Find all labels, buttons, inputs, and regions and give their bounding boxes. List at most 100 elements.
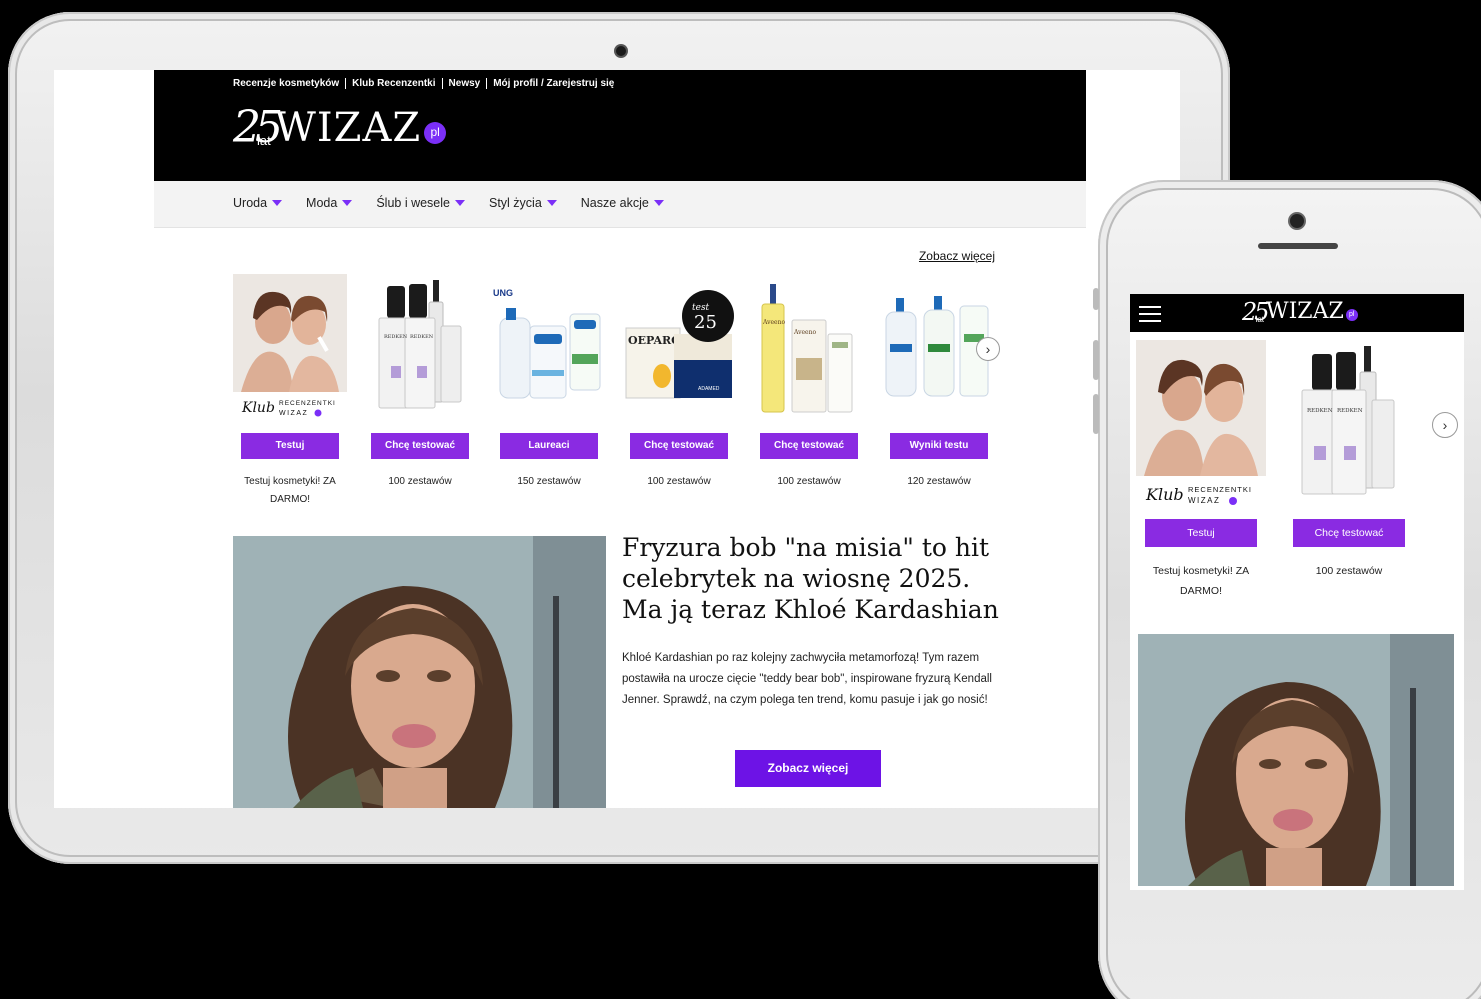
product-card[interactable]: UNG Laureaci 150 zestawów [492, 274, 606, 514]
svg-text:Aveeno: Aveeno [762, 319, 785, 326]
svg-text:WIZAZ: WIZAZ [1188, 496, 1220, 505]
logo-pl-badge: pl [424, 122, 447, 144]
want-to-test-button[interactable]: Chcę testować [760, 433, 858, 459]
caret-down-icon [454, 200, 465, 206]
svg-text:WIZAZ: WIZAZ [279, 410, 308, 417]
nav-item-label: Styl życia [488, 196, 542, 210]
nav-item-label: Nasze akcje [580, 196, 649, 210]
oeparol-product-image: OEPAROL test 25 ADAMED [622, 274, 736, 420]
chevron-right-icon[interactable]: › [976, 337, 1000, 361]
cetaphil-products-image: UNG [492, 274, 606, 420]
aveeno-products-image: Aveeno Aveeno [752, 274, 866, 420]
wizaz-website: Recenzje kosmetyków Klub Recenzentki New… [154, 70, 1086, 808]
phone-volume-up [1093, 340, 1099, 380]
top-link-reviews[interactable]: Recenzje kosmetyków [233, 78, 339, 89]
svg-text:REDKEN: REDKEN [1337, 408, 1363, 414]
top-link-reviewer-club[interactable]: Klub Recenzentki [352, 78, 435, 89]
nav-item-our-actions[interactable]: Nasze akcje [581, 196, 664, 210]
logo-lat: lat [257, 133, 271, 148]
logo-lat: lat [1255, 315, 1264, 324]
article-image[interactable] [233, 536, 606, 808]
svg-text:ADAMED: ADAMED [698, 386, 720, 392]
device-mockup-stage: Recenzje kosmetyków Klub Recenzentki New… [0, 0, 1481, 999]
reviewer-club-image: Klub RECENZENTKI WIZAZ [233, 274, 347, 420]
mobile-site-logo[interactable]: 25 lat WIZAZ pl [1242, 300, 1358, 324]
test-button[interactable]: Testuj [1145, 519, 1257, 547]
logo-pl-badge: pl [1345, 309, 1358, 321]
site-header: Recenzje kosmetyków Klub Recenzentki New… [154, 70, 1086, 181]
product-caption: 120 zestawów [907, 476, 971, 487]
see-more-link[interactable]: Zobacz więcej [919, 249, 995, 263]
phone-screen: 25 lat WIZAZ pl Klub RECENZENTKI WIZAZ T… [1130, 294, 1464, 890]
svg-text:Aveeno: Aveeno [793, 329, 816, 336]
product-card[interactable]: REDKEN REDKEN Chcę testować 100 zestawów [363, 274, 477, 514]
phone-frame: 25 lat WIZAZ pl Klub RECENZENTKI WIZAZ T… [1093, 180, 1481, 999]
caret-down-icon [653, 200, 664, 206]
tablet-frame: Recenzje kosmetyków Klub Recenzentki New… [8, 12, 1230, 864]
product-card[interactable]: Aveeno Aveeno Chcę testować 100 zestawów [752, 274, 866, 514]
product-caption: Testuj kosmetyki! ZA DARMO! [1152, 565, 1250, 597]
product-card[interactable]: OEPAROL test 25 ADAMED Chcę testować 100… [622, 274, 736, 514]
product-caption: 100 zestawów [1315, 565, 1383, 577]
article-title[interactable]: Fryzura bob "na misia" to hit celebrytek… [622, 532, 1002, 625]
nav-item-label: Ślub i wesele [376, 196, 450, 210]
article-excerpt: Khloé Kardashian po raz kolejny zachwyci… [622, 652, 992, 706]
svg-text:25: 25 [694, 312, 717, 333]
top-link-divider [345, 78, 347, 89]
product-card[interactable]: Klub RECENZENTKI WIZAZ Testuj Testuj kos… [233, 274, 347, 514]
top-link-divider [441, 78, 443, 89]
mobile-header: 25 lat WIZAZ pl [1130, 294, 1464, 332]
nav-item-lifestyle[interactable]: Styl życia [489, 196, 557, 210]
phone-speaker [1258, 243, 1338, 249]
test-results-button[interactable]: Wyniki testu [890, 433, 988, 459]
phone-camera [1290, 214, 1304, 228]
svg-text:Klub: Klub [241, 400, 275, 416]
nav-item-label: Uroda [233, 196, 268, 210]
want-to-test-button[interactable]: Chcę testować [630, 433, 728, 459]
phone-mute-switch [1093, 288, 1099, 310]
nav-item-beauty[interactable]: Uroda [233, 196, 283, 210]
redken-products-image: REDKEN REDKEN [363, 274, 477, 420]
tablet-camera [616, 46, 626, 56]
svg-text:UNG: UNG [493, 288, 513, 298]
svg-text:REDKEN: REDKEN [1307, 408, 1333, 414]
caret-down-icon [342, 200, 353, 206]
phone-volume-down [1093, 394, 1099, 434]
logo-wordmark: WIZAZ [274, 105, 422, 151]
nav-item-wedding[interactable]: Ślub i wesele [376, 196, 465, 210]
nav-item-label: Moda [306, 196, 338, 210]
product-caption: 100 zestawów [777, 476, 841, 487]
want-to-test-button[interactable]: Chcę testować [371, 433, 469, 459]
product-carousel: Klub RECENZENTKI WIZAZ Testuj Testuj kos… [233, 274, 1003, 514]
svg-text:RECENZENTKI: RECENZENTKI [1188, 485, 1252, 494]
svg-text:Klub: Klub [1145, 485, 1184, 504]
product-caption: 150 zestawów [517, 476, 581, 487]
article-see-more-button[interactable]: Zobacz więcej [735, 750, 881, 787]
test-button[interactable]: Testuj [241, 433, 339, 459]
want-to-test-button[interactable]: Chcę testować [1293, 519, 1405, 547]
top-link-profile-register[interactable]: Mój profil / Zarejestruj się [493, 78, 614, 89]
svg-text:REDKEN: REDKEN [384, 334, 408, 340]
top-link-divider [486, 78, 488, 89]
hamburger-icon[interactable] [1139, 306, 1161, 322]
product-card[interactable]: Wyniki testu 120 zestawów [882, 274, 996, 514]
caret-down-icon [272, 200, 283, 206]
top-links: Recenzje kosmetyków Klub Recenzentki New… [233, 78, 614, 89]
chevron-right-icon[interactable]: › [1432, 412, 1458, 438]
site-logo[interactable]: 25 lat WIZAZ pl [233, 105, 447, 151]
caret-down-icon [546, 200, 557, 206]
product-caption: Testuj kosmetyki! ZA DARMO! [244, 476, 336, 505]
tablet-screen: Recenzje kosmetyków Klub Recenzentki New… [54, 70, 1180, 808]
laureates-button[interactable]: Laureaci [500, 433, 598, 459]
top-link-news[interactable]: Newsy [449, 78, 481, 89]
nav-item-fashion[interactable]: Moda [306, 196, 353, 210]
mobile-article-image[interactable] [1138, 634, 1454, 886]
product-caption: 100 zestawów [388, 476, 452, 487]
reviewer-club-image: Klub RECENZENTKI WIZAZ [1136, 340, 1266, 508]
redken-products-image: REDKEN REDKEN [1284, 340, 1414, 508]
logo-wordmark: WIZAZ [1266, 299, 1344, 324]
svg-text:REDKEN: REDKEN [410, 334, 434, 340]
main-nav: Uroda Moda Ślub i wesele Styl życia Nasz… [154, 181, 1086, 228]
svg-text:RECENZENTKI: RECENZENTKI [279, 400, 336, 407]
product-caption: 100 zestawów [647, 476, 711, 487]
